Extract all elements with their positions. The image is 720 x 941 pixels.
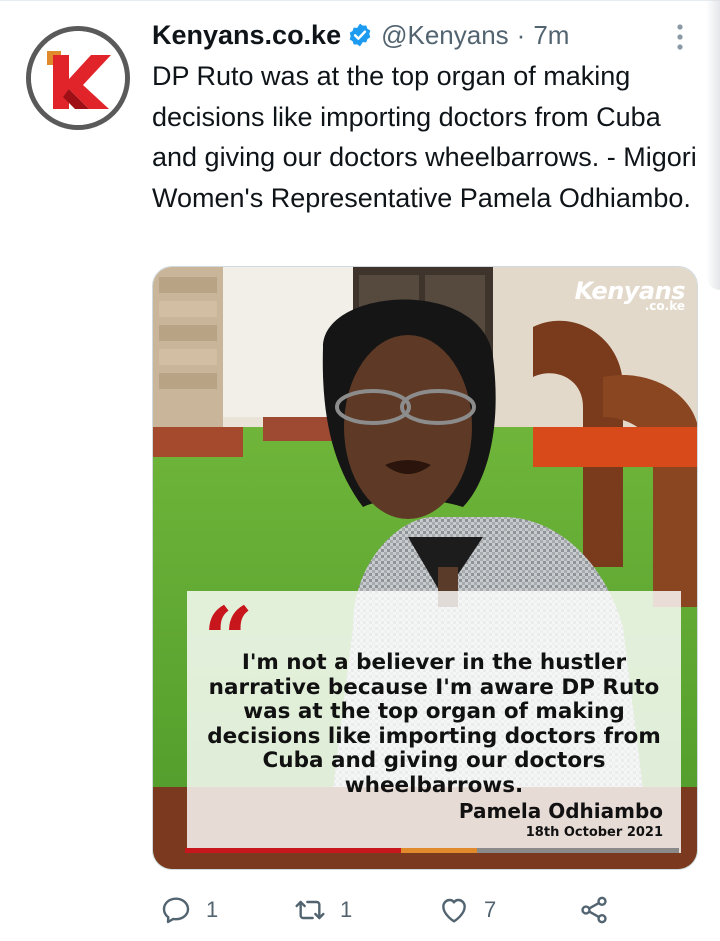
kenyans-logo-icon bbox=[31, 31, 125, 125]
quote-card: “ I'm not a believer in the hustler narr… bbox=[187, 591, 681, 853]
reply-button[interactable]: 1 bbox=[160, 890, 218, 930]
author-name[interactable]: Kenyans.co.ke bbox=[152, 20, 341, 51]
like-icon bbox=[442, 898, 466, 923]
retweet-count: 1 bbox=[340, 897, 353, 922]
color-bar-grey bbox=[477, 848, 679, 853]
separator-dot: · bbox=[516, 19, 526, 50]
share-icon bbox=[581, 896, 607, 924]
tweet-header: Kenyans.co.ke @Kenyans · 7m bbox=[152, 18, 569, 52]
retweet-button[interactable]: 1 bbox=[294, 890, 352, 930]
like-count: 7 bbox=[484, 897, 497, 922]
timestamp[interactable]: 7m bbox=[533, 20, 569, 51]
side-panel-edge bbox=[706, 0, 720, 290]
top-divider bbox=[0, 0, 720, 6]
share-button[interactable] bbox=[578, 890, 610, 930]
reply-icon bbox=[162, 897, 190, 924]
color-bar-orange bbox=[401, 848, 477, 853]
color-bar-red bbox=[185, 848, 401, 853]
kenyans-watermark: Kenyans .co.ke bbox=[575, 277, 686, 313]
tweet-media-image[interactable]: Kenyans .co.ke “ I'm not a believer in t… bbox=[152, 266, 698, 870]
more-options-icon[interactable] bbox=[668, 22, 692, 52]
verified-badge-icon bbox=[349, 23, 371, 47]
tweet-actions: 1 1 7 bbox=[152, 890, 632, 930]
color-bar bbox=[185, 848, 679, 853]
quote-date: 18th October 2021 bbox=[525, 825, 663, 840]
quote-author: Pamela Odhiambo bbox=[458, 799, 663, 823]
retweet-icon bbox=[295, 900, 325, 920]
reply-count: 1 bbox=[206, 897, 219, 922]
quote-text: I'm not a believer in the hustler narrat… bbox=[207, 650, 661, 798]
tweet-text: DP Ruto was at the top organ of making d… bbox=[152, 61, 697, 213]
like-button[interactable]: 7 bbox=[438, 890, 496, 930]
avatar[interactable] bbox=[26, 26, 130, 130]
author-handle[interactable]: @Kenyans bbox=[381, 20, 509, 51]
